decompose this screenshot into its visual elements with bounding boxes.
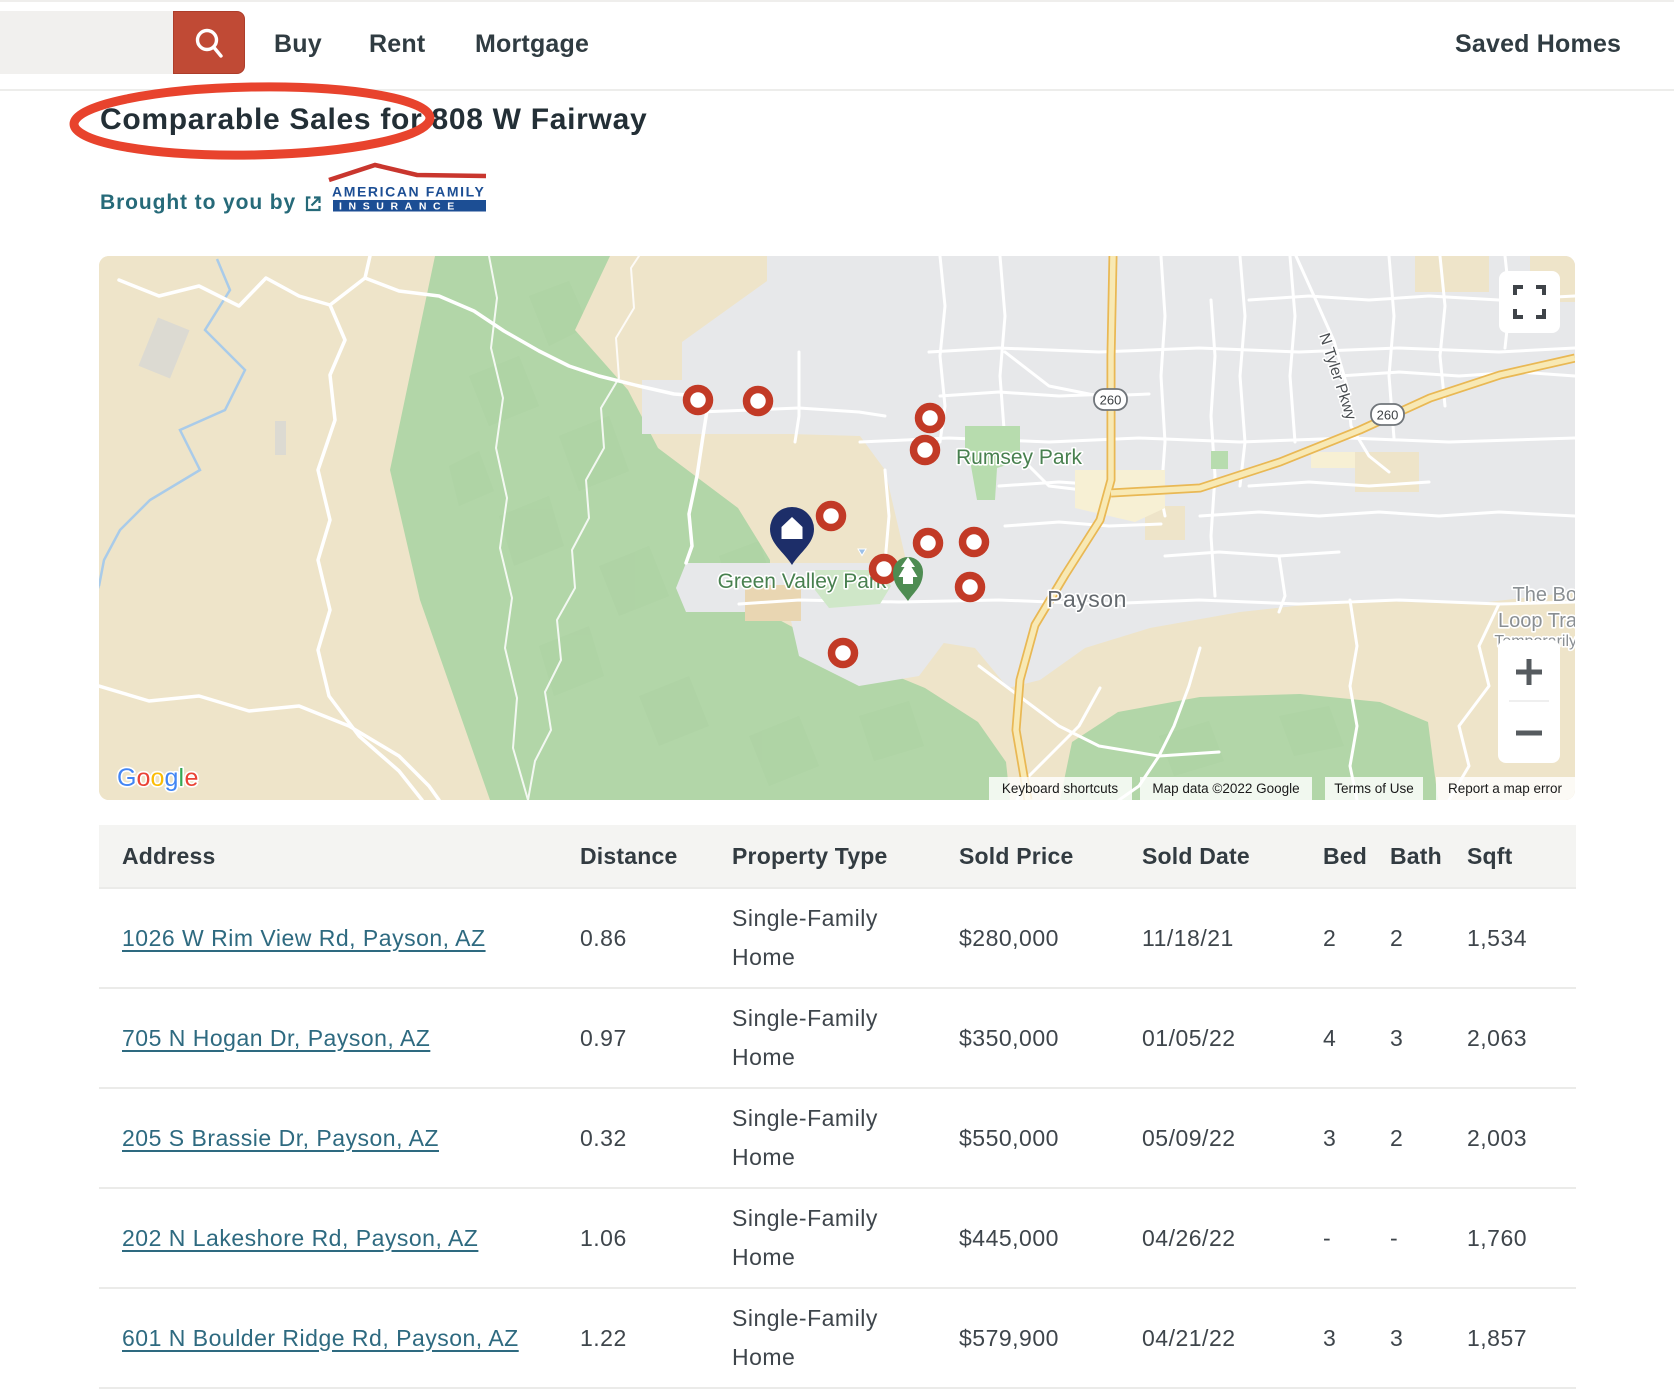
svg-text:G: G — [117, 764, 136, 792]
svg-text:AMERICAN FAMILY: AMERICAN FAMILY — [332, 184, 485, 200]
svg-text:Green Valley Park: Green Valley Park — [718, 570, 887, 593]
svg-text:g: g — [165, 764, 179, 792]
svg-text:The Bo: The Bo — [1513, 584, 1575, 606]
svg-text:e: e — [185, 764, 199, 792]
svg-text:260: 260 — [1100, 393, 1122, 408]
svg-text:Terms of Use: Terms of Use — [1334, 781, 1414, 796]
svg-text:INSURANCE: INSURANCE — [339, 201, 461, 213]
svg-text:Keyboard shortcuts: Keyboard shortcuts — [1002, 781, 1119, 796]
svg-text:Report a map error: Report a map error — [1448, 781, 1563, 796]
svg-text:o: o — [151, 764, 165, 792]
svg-text:Rumsey Park: Rumsey Park — [956, 446, 1083, 469]
svg-text:l: l — [179, 764, 185, 792]
svg-text:Payson: Payson — [1047, 586, 1127, 612]
svg-text:Map data ©2022 Google: Map data ©2022 Google — [1152, 781, 1299, 796]
svg-text:Loop Tra: Loop Tra — [1498, 610, 1575, 632]
svg-text:o: o — [137, 764, 151, 792]
svg-text:260: 260 — [1377, 408, 1399, 423]
